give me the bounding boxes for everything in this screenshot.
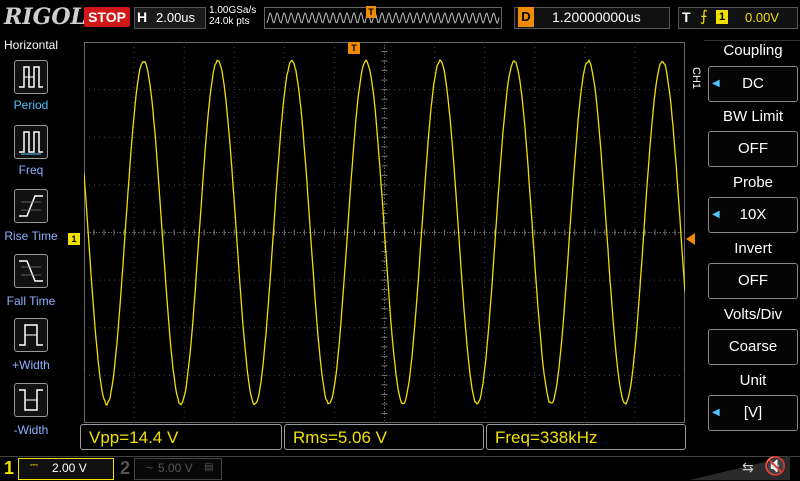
freq-measurement[interactable]: Freq=338kHz [486,424,686,450]
negative-width-icon[interactable] [14,383,48,417]
positive-width-label: +Width [12,358,50,372]
coupling-title: Coupling [723,42,783,59]
trigger-source: 1 [716,10,728,24]
waveform-display[interactable] [84,42,685,423]
brand-logo: RIGOL [4,4,86,30]
ac-coupling-icon: ~ [146,461,154,475]
coupling-button[interactable]: DC [708,66,798,102]
vpp-measurement[interactable]: Vpp=14.4 V [80,424,282,450]
probe-arrow-icon: ◀ [712,209,720,220]
usb-icon: ⇆ [742,459,754,475]
invert-button[interactable]: OFF [708,263,798,299]
invert-title: Invert [734,240,772,257]
probe-button[interactable]: 10X [708,197,798,233]
unit-title: Unit [739,372,767,389]
delay-label: D [518,7,534,27]
sample-info: 1.00GSa/s 24.0k pts [209,5,256,27]
fall-time-icon[interactable] [14,254,48,288]
rms-measurement[interactable]: Rms=5.06 V [284,424,484,450]
bw-limit-button[interactable]: OFF [708,131,798,167]
period-icon[interactable] [14,60,48,94]
memory-depth: 24.0k pts [209,16,250,27]
trigger-level-marker[interactable] [686,233,695,245]
volts-div-button[interactable]: Coarse [708,329,798,365]
negative-width-label: -Width [13,423,49,437]
sample-rate: 1.00GSa/s [209,5,257,16]
trigger-level: 0.00V [745,10,779,25]
fall-time-label: Fall Time [6,294,56,308]
trigger-position-marker[interactable]: T [348,42,360,54]
timebase-value: 2.00us [156,10,196,25]
ch2-scale: 5.00 V [158,461,193,475]
unit-arrow-icon: ◀ [712,407,720,418]
rise-time-label: Rise Time [4,229,58,243]
ch2-number: 2 [120,458,131,478]
horizontal-label: H [137,9,148,25]
ch1-scale: 2.00 V [52,461,87,475]
overview-trigger-marker: T [366,6,376,18]
unit-button[interactable]: [V] [708,395,798,431]
overview-waveform [266,11,500,25]
delay-value: 1.20000000us [552,9,641,25]
rising-edge-icon: ⨍ [700,8,708,25]
run-stop-status[interactable]: STOP [84,7,130,27]
dc-coupling-icon: ⎓ [30,460,38,471]
period-label: Period [13,98,49,112]
left-menu-title: Horizontal [3,38,59,52]
volts-div-title: Volts/Div [723,306,783,323]
bw-limit-title: BW Limit [723,108,783,125]
frequency-icon[interactable] [14,125,48,159]
ch1-number: 1 [4,458,15,478]
rise-time-icon[interactable] [14,189,48,223]
speaker-muted-icon[interactable]: 🔇 [764,456,786,477]
probe-title: Probe [732,174,774,191]
freq-label: Freq [18,163,44,177]
ch1-offset-marker[interactable]: 1 [68,233,80,245]
memory-overview-track [264,7,502,29]
ch2-bw-icon: ▤ [204,462,214,473]
trigger-label: T [682,9,691,25]
menu-divider [704,40,800,41]
positive-width-icon[interactable] [14,318,48,352]
trigger-box[interactable] [678,7,798,29]
coupling-arrow-icon: ◀ [712,78,720,89]
channel-indicator: CH1 [690,67,702,90]
